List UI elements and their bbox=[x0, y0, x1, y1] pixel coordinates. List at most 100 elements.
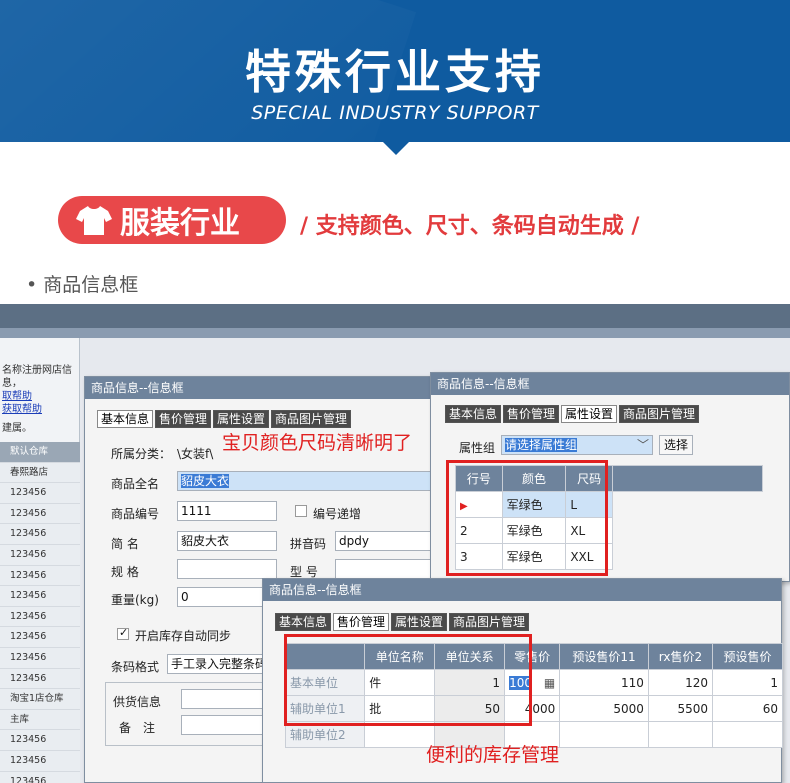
pinyin-label: 拼音码 bbox=[290, 537, 327, 551]
remark-label: 备 注 bbox=[119, 721, 156, 735]
grid-header: 预设售价 bbox=[712, 643, 783, 670]
select-button[interactable]: 选择 bbox=[659, 435, 693, 455]
left-panel: 名称注册网店信息， 取帮助 获取帮助 建属。 默认仓库 春熙路店 123456 123… bbox=[0, 338, 80, 783]
price-cell[interactable]: 60 bbox=[712, 695, 783, 722]
grid-filler bbox=[612, 543, 763, 570]
category-label: 所属分类： bbox=[111, 447, 172, 461]
chevron-down-icon[interactable]: ﹀ bbox=[637, 436, 649, 454]
attr-group-label: 属性组 bbox=[459, 441, 496, 455]
win2-tabs: 基本信息 售价管理 属性设置 商品图片管理 bbox=[445, 405, 701, 423]
warehouse-item[interactable]: 123456 bbox=[0, 565, 80, 587]
banner-subtitle: SPECIAL INDUSTRY SUPPORT bbox=[251, 102, 539, 124]
tab-price-management[interactable]: 售价管理 bbox=[503, 405, 560, 423]
tab-attribute-settings[interactable]: 属性设置 bbox=[561, 405, 618, 423]
fullname-label: 商品全名 bbox=[111, 477, 160, 491]
warehouse-item[interactable]: 123456 bbox=[0, 606, 80, 628]
warehouse-list: 默认仓库 春熙路店 123456 123456 123456 123456 123456 12… bbox=[0, 442, 80, 783]
price-cell[interactable] bbox=[559, 721, 649, 748]
fullname-input[interactable]: 貂皮大衣 bbox=[177, 471, 435, 491]
grid-header-filler bbox=[612, 465, 763, 492]
category-value: \女装f\ bbox=[177, 447, 214, 461]
price-cell[interactable]: 120 bbox=[647, 669, 714, 696]
section-label: • 商品信息框 bbox=[26, 274, 139, 296]
warehouse-item[interactable]: 123456 bbox=[0, 647, 80, 669]
warehouse-item[interactable]: 123456 bbox=[0, 730, 80, 751]
warehouse-item[interactable]: 默认仓库 bbox=[0, 442, 80, 463]
price-cell[interactable]: 5500 bbox=[647, 695, 714, 722]
price-cell[interactable]: 5000 bbox=[559, 695, 649, 722]
tab-attribute-settings[interactable]: 属性设置 bbox=[213, 410, 270, 428]
help-link-1[interactable]: 取帮助 bbox=[0, 390, 79, 403]
grid-header: 预设售价11 bbox=[559, 643, 649, 670]
price-cell[interactable]: 110 bbox=[559, 669, 649, 696]
warehouse-item[interactable]: 123456 bbox=[0, 750, 80, 772]
window-title: 商品信息--信息框 bbox=[431, 373, 789, 395]
tab-image-management[interactable]: 商品图片管理 bbox=[449, 613, 530, 631]
tab-basic-info[interactable]: 基本信息 bbox=[445, 405, 502, 423]
attribute-highlight-box bbox=[446, 460, 608, 576]
banner-pointer bbox=[383, 142, 409, 155]
tab-price-management[interactable]: 售价管理 bbox=[333, 613, 390, 631]
warehouse-item[interactable]: 123456 bbox=[0, 586, 80, 607]
supplier-label: 供货信息 bbox=[113, 695, 162, 709]
attr-group-select[interactable]: 请选择属性组 ﹀ bbox=[501, 435, 653, 455]
barcode-label: 条码格式 bbox=[111, 660, 160, 674]
tab-basic-info[interactable]: 基本信息 bbox=[275, 613, 332, 631]
window-title: 商品信息--信息框 bbox=[263, 579, 781, 601]
win1-tabs: 基本信息 售价管理 属性设置 商品图片管理 bbox=[97, 410, 353, 428]
tab-attribute-settings[interactable]: 属性设置 bbox=[391, 613, 448, 631]
feature-tagline: / 支持颜色、尺寸、条码自动生成 / bbox=[300, 214, 640, 239]
color-size-annotation: 宝贝颜色尺码清晰明了 bbox=[222, 432, 413, 454]
tab-image-management[interactable]: 商品图片管理 bbox=[271, 410, 352, 428]
left-note-2: 建属。 bbox=[2, 423, 32, 434]
warehouse-item[interactable]: 主库 bbox=[0, 709, 80, 731]
price-cell[interactable] bbox=[712, 721, 783, 748]
warehouse-item[interactable]: 123456 bbox=[0, 544, 80, 566]
code-increment-checkbox[interactable] bbox=[295, 505, 307, 517]
grid-header: rx售价2 bbox=[647, 643, 714, 670]
warehouse-item[interactable]: 123456 bbox=[0, 483, 80, 504]
short-name-input[interactable]: 貂皮大衣 bbox=[177, 531, 277, 551]
warehouse-item[interactable]: 春熙路店 bbox=[0, 462, 80, 484]
code-increment-label: 编号递增 bbox=[313, 507, 362, 521]
pill-label: 服装行业 bbox=[120, 206, 240, 241]
software-screenshot: 名称注册网店信息， 取帮助 获取帮助 建属。 默认仓库 春熙路店 123456 123… bbox=[0, 304, 790, 783]
help-link-2[interactable]: 获取帮助 bbox=[0, 403, 79, 416]
industry-pill: 服装行业 bbox=[58, 196, 286, 244]
spec-label: 规 格 bbox=[111, 565, 139, 579]
left-note: 名称注册网店信息， bbox=[2, 365, 72, 389]
grid-filler bbox=[612, 517, 763, 544]
warehouse-item[interactable]: 123456 bbox=[0, 503, 80, 525]
tab-image-management[interactable]: 商品图片管理 bbox=[619, 405, 700, 423]
tshirt-icon bbox=[74, 200, 114, 240]
grid-filler bbox=[612, 491, 763, 518]
banner-title: 特殊行业支持 bbox=[245, 45, 545, 99]
stock-sync-label: 开启库存自动同步 bbox=[135, 629, 232, 643]
window-title: 商品信息--信息框 bbox=[85, 377, 433, 399]
win3-tabs: 基本信息 售价管理 属性设置 商品图片管理 bbox=[275, 613, 531, 631]
short-name-label: 简 名 bbox=[111, 537, 139, 551]
warehouse-item[interactable]: 123456 bbox=[0, 771, 80, 783]
code-input[interactable]: 1111 bbox=[177, 501, 277, 521]
tab-basic-info[interactable]: 基本信息 bbox=[97, 410, 154, 428]
calculator-icon[interactable]: ▦ bbox=[544, 676, 555, 690]
warehouse-item[interactable]: 123456 bbox=[0, 524, 80, 545]
stock-sync-checkbox[interactable] bbox=[117, 626, 129, 640]
warehouse-item[interactable]: 123456 bbox=[0, 668, 80, 690]
model-input[interactable] bbox=[335, 559, 435, 579]
price-cell[interactable]: 1 bbox=[712, 669, 783, 696]
price-cell[interactable] bbox=[647, 721, 714, 748]
spec-input[interactable] bbox=[177, 559, 277, 579]
warehouse-item[interactable]: 淘宝1店仓库 bbox=[0, 689, 80, 710]
header-banner: 特殊行业支持 SPECIAL INDUSTRY SUPPORT bbox=[0, 0, 790, 142]
warehouse-item[interactable]: 123456 bbox=[0, 627, 80, 648]
tab-price-management[interactable]: 售价管理 bbox=[155, 410, 212, 428]
code-label: 商品编号 bbox=[111, 507, 160, 521]
pinyin-input[interactable]: dpdy bbox=[335, 531, 435, 551]
app-toolbar bbox=[0, 328, 790, 338]
stock-annotation: 便利的库存管理 bbox=[426, 744, 560, 766]
weight-label: 重量(kg) bbox=[111, 593, 159, 607]
app-top-bar bbox=[0, 304, 790, 328]
unit-highlight-box bbox=[284, 634, 532, 726]
barcode-select[interactable]: 手工录入完整条码 bbox=[167, 654, 267, 674]
